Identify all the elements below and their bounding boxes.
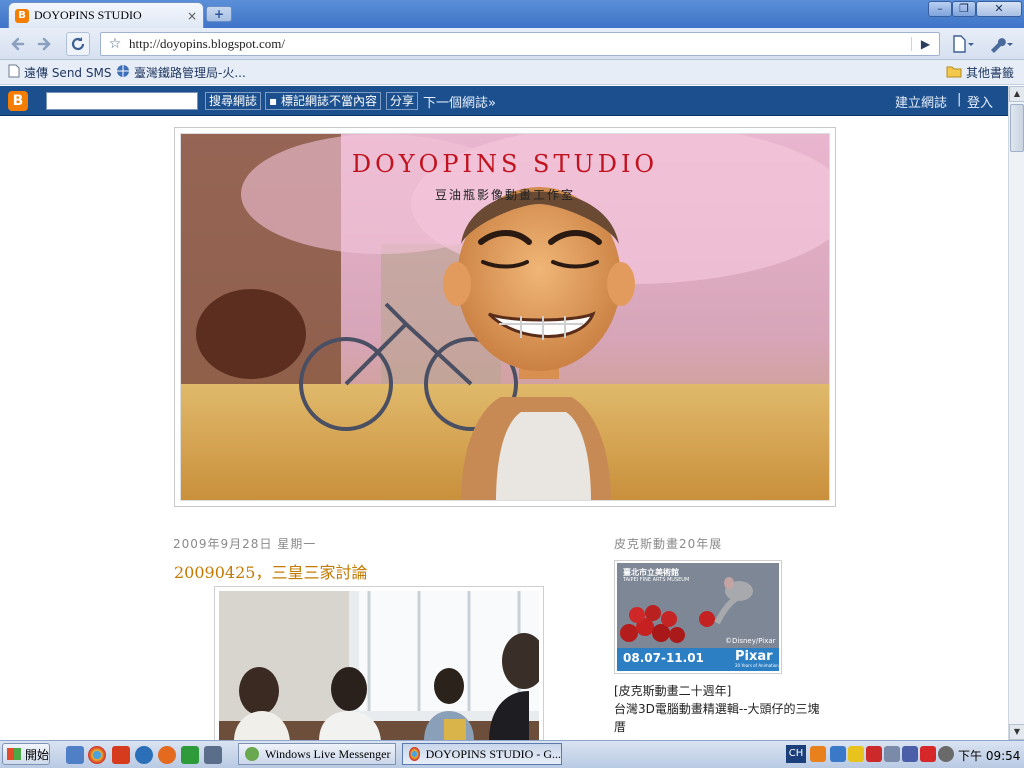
flag-icon: ▪ <box>269 94 278 108</box>
windows-logo-icon <box>7 748 21 760</box>
wrench-menu-icon[interactable] <box>986 32 1016 56</box>
poster-brand-tag: 20 Years of Animation <box>735 663 779 668</box>
other-bookmarks-label: 其他書籤 <box>966 66 1015 80</box>
poster-brand: Pixar <box>735 649 773 664</box>
show-desktop-icon[interactable] <box>66 746 84 764</box>
bookmark-label: 臺灣鐵路管理局-火... <box>134 66 246 80</box>
tray-red-icon[interactable] <box>920 746 936 762</box>
next-blog-link[interactable]: 下一個網誌» <box>423 92 496 111</box>
other-bookmarks[interactable]: 其他書籤 <box>946 64 1014 81</box>
tray-shield-icon[interactable] <box>866 746 882 762</box>
share-button[interactable]: 分享 <box>386 92 419 110</box>
post-date: 2009年9月28日 星期一 <box>173 537 317 551</box>
page-icon <box>8 64 20 81</box>
sidebar-caption: [皮克斯動畫二十週年] <box>614 684 732 698</box>
blogger-navbar: B 搜尋網誌 ▪ 標記網誌不當內容 分享 下一個網誌» 建立網誌 | 登入 <box>0 86 1008 116</box>
search-blog-button[interactable]: 搜尋網誌 <box>205 92 262 110</box>
tab-title: DOYOPINS STUDIO <box>34 8 142 22</box>
taskbar-window-label: Windows Live Messenger <box>265 746 391 761</box>
start-button[interactable]: 開始 <box>2 743 50 765</box>
tray-volume-icon[interactable] <box>938 746 954 762</box>
reload-icon[interactable] <box>66 32 90 56</box>
taskbar-window-chrome[interactable]: DOYOPINS STUDIO - G... <box>402 743 562 765</box>
blog-title[interactable]: DOYOPINS STUDIO <box>181 150 829 178</box>
browser-toolbar: ☆ http://doyopins.blogspot.com/ ▶ <box>0 28 1024 60</box>
tray-security-icon[interactable] <box>848 746 864 762</box>
blogger-favicon-icon: B <box>15 8 29 23</box>
scroll-down-arrow-icon[interactable]: ▼ <box>1009 724 1024 740</box>
blogger-logo-icon[interactable]: B <box>8 91 28 111</box>
language-indicator[interactable]: CH <box>786 745 806 763</box>
pixar-exhibition-poster[interactable]: 臺北市立美術館 TAIPEI FINE ARTS MUSEUM ©Disney/… <box>614 560 782 674</box>
back-arrow-icon[interactable] <box>6 32 30 56</box>
network-icon[interactable] <box>204 746 222 764</box>
poster-dates: 08.07-11.01 <box>623 651 704 665</box>
browser-tab[interactable]: B DOYOPINS STUDIO × <box>8 2 204 28</box>
tray-power-icon[interactable] <box>902 746 918 762</box>
page-menu-icon[interactable] <box>948 32 978 56</box>
create-blog-link[interactable]: 建立網誌 <box>895 92 947 111</box>
bookmark-label: 遠傳 Send SMS <box>24 66 112 80</box>
globe-icon <box>116 64 130 81</box>
post-photo-image <box>219 591 539 741</box>
messenger-icon <box>245 747 259 761</box>
taskbar-clock[interactable]: 下午 09:54 <box>958 747 1020 764</box>
navbar-separator: | <box>957 92 962 107</box>
chrome-quicklaunch-icon[interactable] <box>88 746 106 764</box>
tray-users-icon[interactable] <box>884 746 900 762</box>
forward-arrow-icon[interactable] <box>32 32 56 56</box>
post-photo[interactable] <box>214 586 544 746</box>
sidebar-description: 台灣3D電腦動畫精選輯--大頭仔的三塊厝 <box>614 702 820 734</box>
bookmark-star-icon[interactable]: ☆ <box>101 36 129 52</box>
poster-museum-en: TAIPEI FINE ARTS MUSEUM <box>623 577 690 583</box>
header-image[interactable]: DOYOPINS STUDIO 豆油瓶影像動畫工作室 <box>180 133 830 501</box>
start-label: 開始 <box>25 747 50 762</box>
poster-credit: ©Disney/Pixar <box>725 637 776 645</box>
tray-app-icon[interactable] <box>810 746 826 762</box>
bookmark-item[interactable]: 遠傳 Send SMS <box>8 64 111 81</box>
blog-subtitle: 豆油瓶影像動畫工作室 <box>434 188 575 202</box>
new-tab-button[interactable]: + <box>206 6 232 22</box>
bookmarks-bar: 遠傳 Send SMS 臺灣鐵路管理局-火... 其他書籤 <box>0 60 1024 85</box>
post-title[interactable]: 20090425，三皇三家討論 <box>174 559 367 583</box>
address-url[interactable]: http://doyopins.blogspot.com/ <box>129 36 911 52</box>
blog-header: DOYOPINS STUDIO 豆油瓶影像動畫工作室 <box>174 127 836 507</box>
utorrent-icon[interactable] <box>181 746 199 764</box>
login-link[interactable]: 登入 <box>967 92 993 111</box>
flag-blog-button[interactable]: ▪ 標記網誌不當內容 <box>265 92 381 110</box>
tray-network-icon[interactable] <box>830 746 846 762</box>
firefox-icon[interactable] <box>158 746 176 764</box>
windows-taskbar: 開始 Windows Live Messenger DOYOPINS STUDI… <box>0 740 1024 768</box>
chrome-icon <box>409 747 420 761</box>
minimize-button[interactable]: – <box>928 1 952 17</box>
bookmark-item[interactable]: 臺灣鐵路管理局-火... <box>116 64 246 81</box>
close-window-button[interactable]: ✕ <box>976 1 1022 17</box>
flag-blog-label: 標記網誌不當內容 <box>280 94 377 108</box>
sidebar-section-title: 皮克斯動畫20年展 <box>614 537 723 551</box>
ie-icon[interactable] <box>135 746 153 764</box>
tab-close-icon[interactable]: × <box>187 9 197 23</box>
pchome-icon[interactable] <box>112 746 130 764</box>
poster-image: 臺北市立美術館 TAIPEI FINE ARTS MUSEUM ©Disney/… <box>617 563 779 671</box>
scroll-up-arrow-icon[interactable]: ▲ <box>1009 86 1024 102</box>
go-arrow-icon[interactable]: ▶ <box>911 37 939 51</box>
restore-button[interactable]: ❐ <box>952 1 976 17</box>
folder-icon <box>946 65 962 81</box>
scrollbar-thumb[interactable] <box>1010 104 1024 152</box>
taskbar-window-label: DOYOPINS STUDIO - G... <box>425 746 561 761</box>
page-scrollbar[interactable]: ▲ ▼ <box>1008 86 1024 740</box>
browser-titlebar: B DOYOPINS STUDIO × + – ❐ ✕ <box>0 0 1024 28</box>
blog-search-input[interactable] <box>46 92 198 110</box>
taskbar-window-messenger[interactable]: Windows Live Messenger <box>238 743 396 765</box>
address-bar[interactable]: ☆ http://doyopins.blogspot.com/ ▶ <box>100 32 940 56</box>
